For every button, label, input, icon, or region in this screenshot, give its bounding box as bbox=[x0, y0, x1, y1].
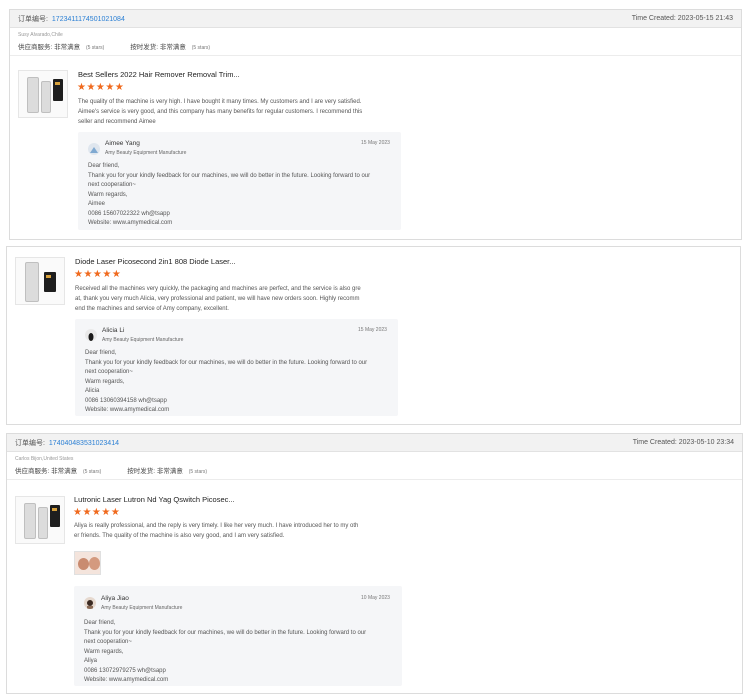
machine-image-icon bbox=[24, 503, 36, 539]
review-text: The quality of the machine is very high.… bbox=[78, 99, 363, 125]
avatar-icon bbox=[84, 597, 96, 609]
reply-date: 15 May 2023 bbox=[358, 327, 387, 333]
product-title[interactable]: Diode Laser Picosecond 2in1 808 Diode La… bbox=[75, 257, 236, 266]
order-number-label: 订单编号 bbox=[15, 439, 43, 447]
review-photo[interactable] bbox=[74, 551, 101, 575]
order-ratings: 供应商服务: 非常满意 (5 stars) 按时发货: 非常满意 (5 star… bbox=[7, 462, 742, 480]
time-created: Time Created: 2023-05-15 21:43 bbox=[631, 15, 733, 22]
supplier-service-rating: 供应商服务: 非常满意 (5 stars) bbox=[18, 44, 105, 51]
reply-company: Amy Beauty Equipment Manufacture bbox=[105, 150, 187, 156]
machine-image-icon bbox=[27, 77, 39, 113]
star-rating: ★★★★★ bbox=[73, 507, 121, 518]
reply-company: Amy Beauty Equipment Manufacture bbox=[102, 337, 184, 343]
order-header: 订单编号: 1723411174501021084 Time Created: … bbox=[10, 10, 741, 28]
order-number-row: 订单编号: 1723411174501021084 bbox=[18, 15, 125, 23]
product-title[interactable]: Lutronic Laser Lutron Nd Yag Qswitch Pic… bbox=[74, 495, 235, 504]
seller-reply: Alicia Li Amy Beauty Equipment Manufactu… bbox=[75, 319, 398, 416]
review-text: Aliya is really professional, and the re… bbox=[74, 523, 359, 539]
seller-reply: Aimee Yang Amy Beauty Equipment Manufact… bbox=[78, 132, 401, 230]
buyer-meta: Susy Alvarado,Chile bbox=[18, 32, 63, 38]
product-thumbnail[interactable] bbox=[15, 496, 65, 544]
reply-author-name: Aliya Jiao bbox=[101, 595, 129, 602]
review-text: Received all the machines very quickly, … bbox=[75, 286, 361, 312]
reply-author-name: Alicia Li bbox=[102, 327, 125, 334]
reply-date: 15 May 2023 bbox=[361, 140, 390, 146]
product-thumbnail[interactable] bbox=[15, 257, 65, 305]
reply-text: Dear friend, Thank you for your kindly f… bbox=[88, 163, 371, 226]
star-rating: ★★★★★ bbox=[74, 269, 122, 280]
reply-author-name: Aimee Yang bbox=[105, 140, 140, 147]
order-card-1: 订单编号: 1723411174501021084 Time Created: … bbox=[9, 9, 742, 240]
order-ratings: 供应商服务: 非常满意 (5 stars) 按时发货: 非常满意 (5 star… bbox=[10, 38, 741, 56]
time-created: Time Created: 2023-05-10 23:34 bbox=[632, 439, 734, 446]
reply-text: Dear friend, Thank you for your kindly f… bbox=[85, 350, 368, 413]
supplier-service-rating: 供应商服务: 非常满意 (5 stars) bbox=[15, 468, 102, 475]
buyer-meta: Carlos Bijon,United States bbox=[15, 456, 74, 462]
product-title[interactable]: Best Sellers 2022 Hair Remover Removal T… bbox=[78, 70, 240, 79]
package-image-icon bbox=[50, 505, 60, 527]
order-card-3: 订单编号: 174040483531023414 Time Created: 2… bbox=[6, 433, 743, 694]
reply-company: Amy Beauty Equipment Manufacture bbox=[101, 605, 183, 611]
reply-text: Dear friend, Thank you for your kindly f… bbox=[84, 620, 367, 683]
seller-reply: Aliya Jiao Amy Beauty Equipment Manufact… bbox=[74, 586, 402, 686]
order-number-row: 订单编号: 174040483531023414 bbox=[15, 439, 119, 447]
delivery-rating: 按时发货: 非常满意 (5 stars) bbox=[130, 44, 211, 51]
avatar-icon bbox=[85, 329, 97, 341]
delivery-rating: 按时发货: 非常满意 (5 stars) bbox=[127, 468, 208, 475]
review-card-2: Diode Laser Picosecond 2in1 808 Diode La… bbox=[6, 246, 741, 425]
reply-date: 10 May 2023 bbox=[361, 595, 390, 601]
star-rating: ★★★★★ bbox=[77, 82, 125, 93]
avatar-icon bbox=[88, 143, 100, 155]
order-number-link[interactable]: 1723411174501021084 bbox=[52, 16, 125, 23]
package-image-icon bbox=[53, 79, 63, 101]
machine-image-icon bbox=[25, 262, 39, 302]
order-number-link[interactable]: 174040483531023414 bbox=[49, 440, 119, 447]
product-thumbnail[interactable] bbox=[18, 70, 68, 118]
package-image-icon bbox=[44, 272, 56, 292]
order-header: 订单编号: 174040483531023414 Time Created: 2… bbox=[7, 434, 742, 452]
order-number-label: 订单编号 bbox=[18, 15, 46, 23]
